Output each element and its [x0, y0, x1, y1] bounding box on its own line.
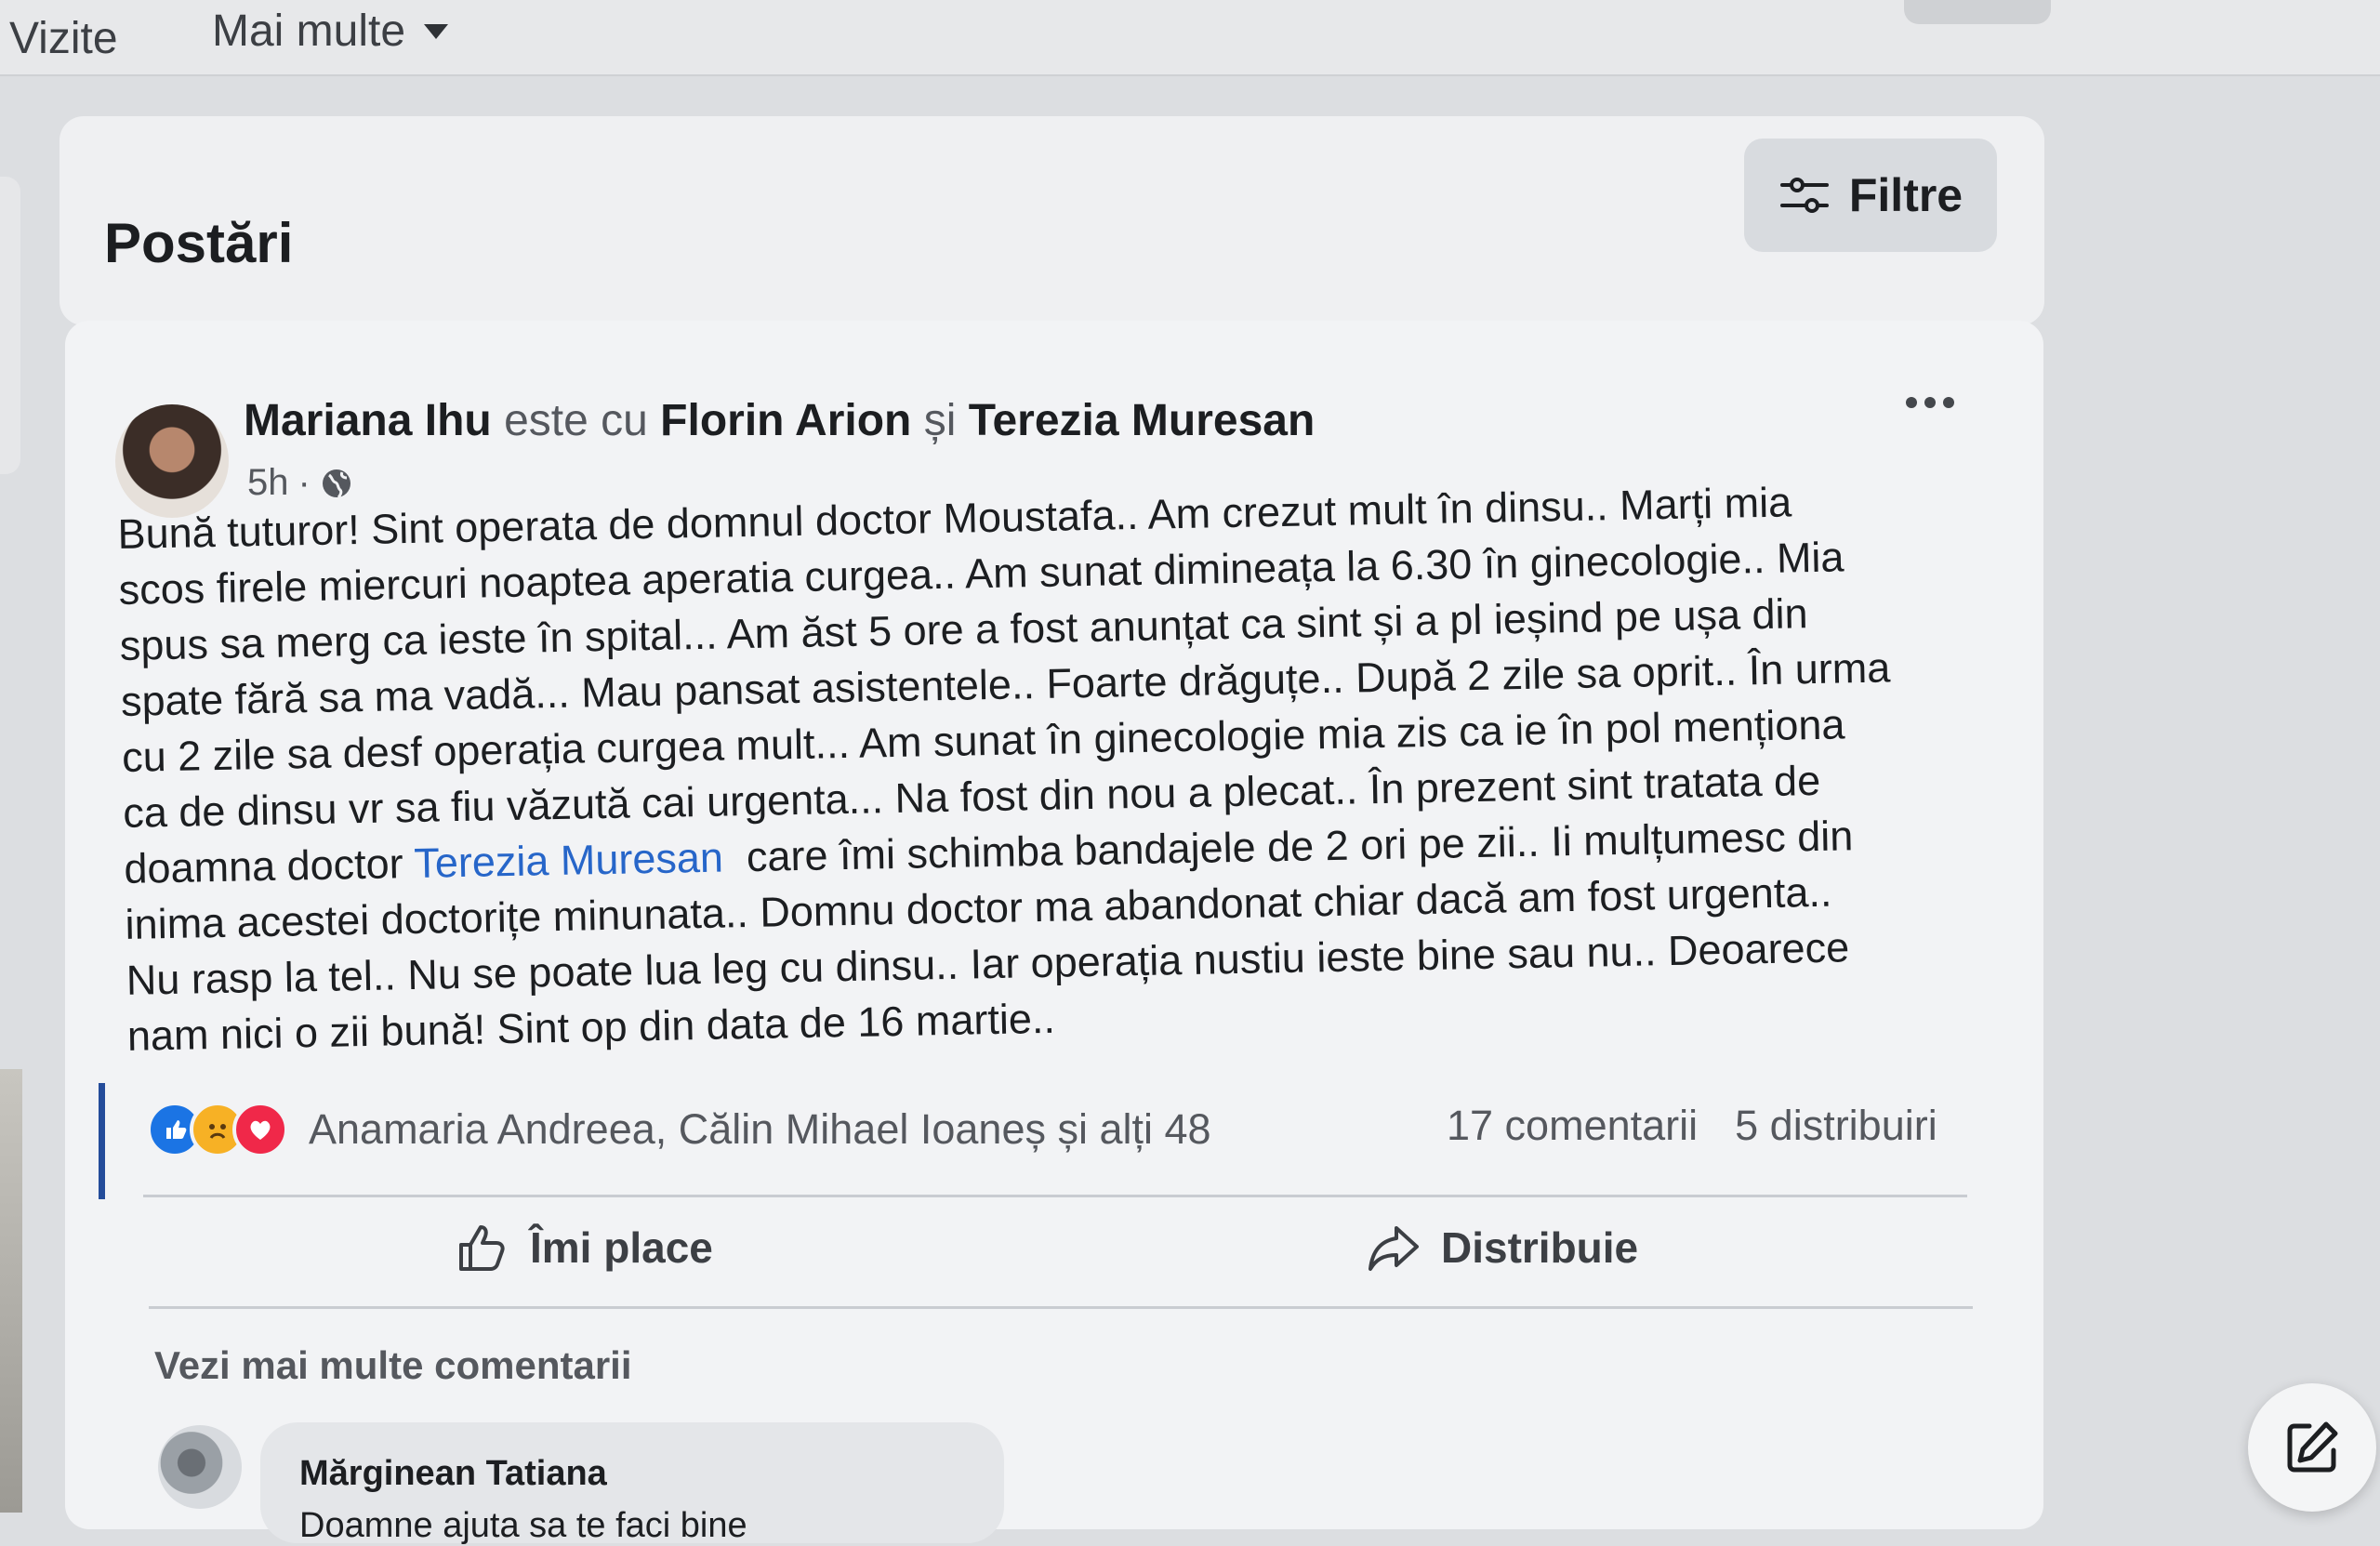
author-avatar[interactable]	[115, 404, 229, 518]
more-dots-icon[interactable]	[1906, 397, 1954, 408]
thumbs-up-icon	[459, 1225, 505, 1271]
posts-header-card: Postări Filtre	[60, 116, 2044, 325]
divider	[149, 1306, 1973, 1309]
nav-more-menu[interactable]: Mai multe	[212, 6, 449, 57]
nav-tab-indicator	[1904, 0, 2051, 24]
with-text: este cu	[504, 396, 648, 445]
tagged-person-2[interactable]: Terezia Muresan	[969, 396, 1316, 445]
compose-button[interactable]	[2248, 1383, 2376, 1512]
commenter-name[interactable]: Mărginean Tatiana	[299, 1454, 607, 1494]
nav-visits[interactable]: Vizite	[9, 13, 118, 64]
nav-more-label: Mai multe	[212, 7, 406, 56]
post-body-text: doamna doctor	[123, 839, 415, 892]
post-card: Mariana Ihu este cu Florin Arion și Tere…	[65, 321, 2043, 1545]
view-more-comments[interactable]: Vezi mai multe comentarii	[154, 1343, 632, 1388]
meta-separator: ·	[298, 462, 311, 503]
tagged-person-1[interactable]: Florin Arion	[660, 396, 911, 445]
left-photo-strip	[0, 1069, 22, 1513]
like-label: Îmi place	[530, 1223, 713, 1272]
share-label: Distribuie	[1441, 1223, 1639, 1272]
post-time[interactable]: 5h	[247, 462, 289, 504]
commenter-avatar[interactable]	[158, 1425, 242, 1509]
share-arrow-icon	[1368, 1226, 1419, 1271]
post-stats: 17 comentarii 5 distribuiri	[1447, 1102, 1937, 1150]
post-body: Bună tuturor! Sint operata de domnul doc…	[117, 469, 2061, 1064]
post-meta: 5h ·	[247, 462, 353, 504]
compose-icon	[2287, 1421, 2338, 1473]
filter-label: Filtre	[1848, 169, 1964, 221]
and-text: și	[923, 396, 957, 445]
posts-title: Postări	[104, 212, 294, 274]
reactions-names: Anamaria Andreea, Călin Mihael Ioaneș și…	[309, 1105, 1211, 1153]
comment-bubble: Mărginean Tatiana Doamne ajuta sa te fac…	[260, 1422, 1004, 1545]
globe-icon	[322, 469, 350, 498]
accent-bar	[99, 1083, 105, 1199]
reactions-summary[interactable]: Anamaria Andreea, Călin Mihael Ioaneș și…	[147, 1102, 1211, 1157]
mention-link[interactable]: Terezia Muresan	[414, 834, 724, 887]
filter-icon	[1779, 178, 1829, 213]
left-panel-edge	[0, 177, 20, 474]
comments-count[interactable]: 17 comentarii	[1447, 1102, 1698, 1150]
comment-text: Doamne ajuta sa te faci bine	[299, 1506, 747, 1545]
filter-button[interactable]: Filtre	[1744, 139, 1997, 252]
love-reaction-icon	[232, 1102, 288, 1157]
like-button[interactable]: Îmi place	[456, 1221, 713, 1275]
author-name[interactable]: Mariana Ihu	[244, 396, 492, 445]
post-author-line: Mariana Ihu este cu Florin Arion și Tere…	[244, 395, 1315, 446]
shares-count[interactable]: 5 distribuiri	[1735, 1102, 1937, 1150]
share-button[interactable]: Distribuie	[1367, 1221, 1638, 1275]
divider	[143, 1195, 1967, 1197]
top-navigation: Vizite Mai multe	[0, 0, 2380, 76]
chevron-down-icon	[424, 23, 449, 39]
